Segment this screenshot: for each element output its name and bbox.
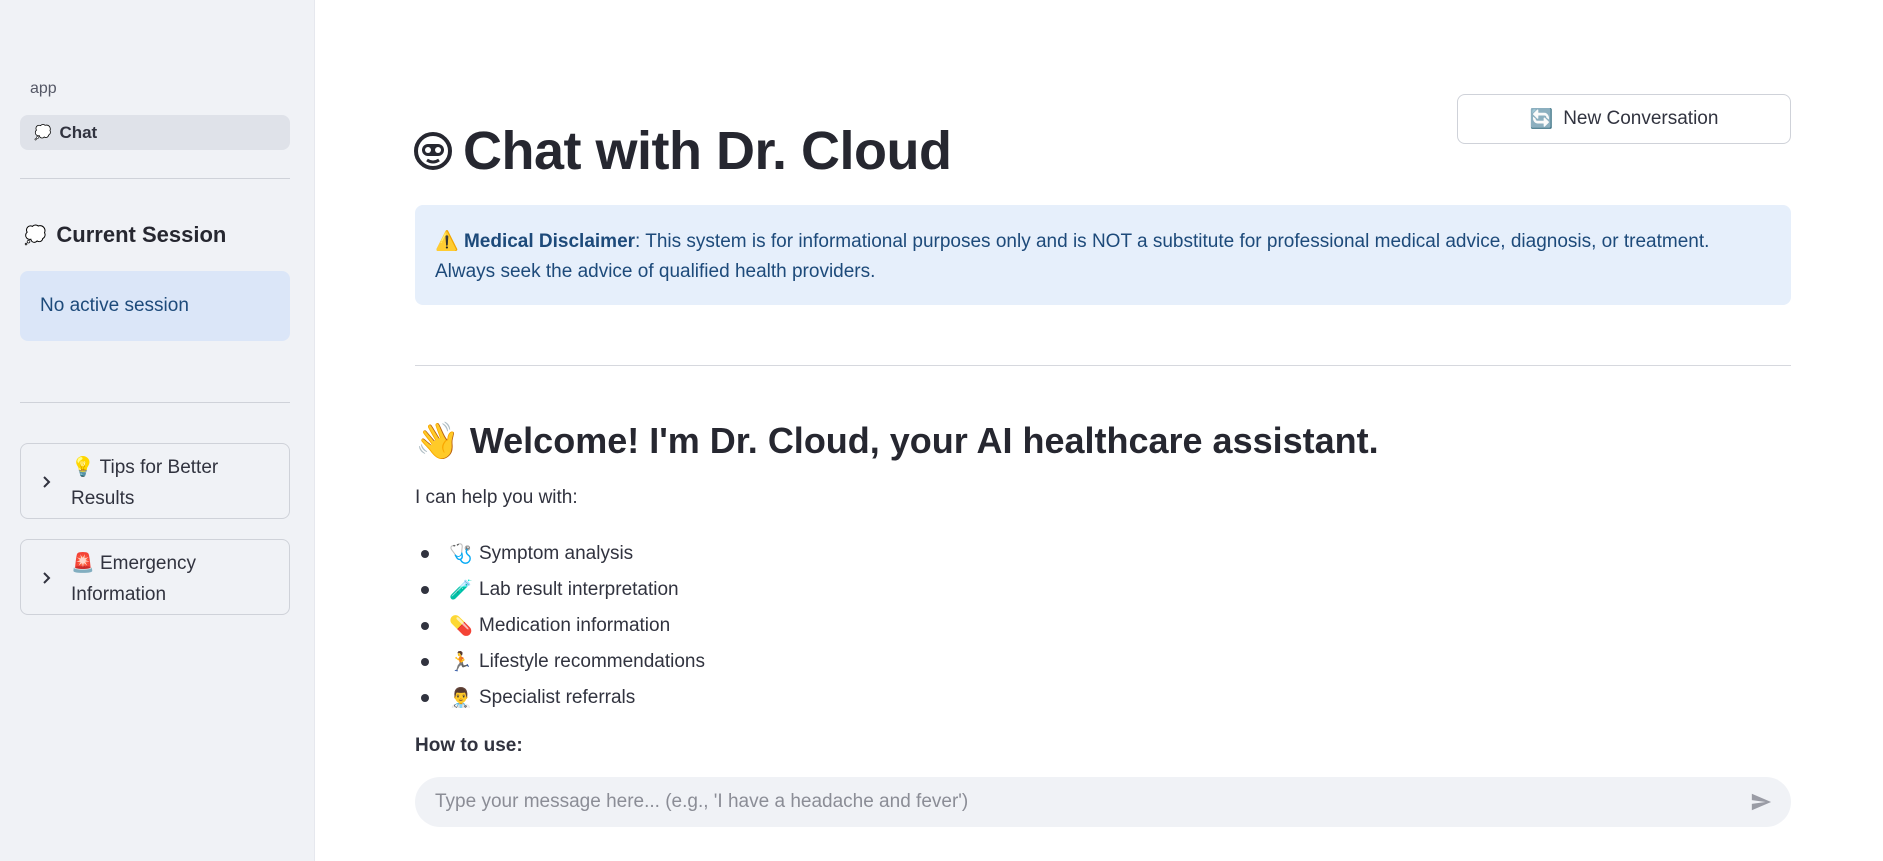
disclaimer-bold: Medical Disclaimer — [463, 231, 636, 252]
chevron-right-icon — [21, 452, 71, 512]
main-content: 🔄 New Conversation Chat with Dr. Cloud ⚠… — [315, 0, 1883, 861]
send-button[interactable] — [1745, 786, 1777, 818]
sidebar: app 💭 Chat 💭 Current Session No active s… — [0, 0, 315, 861]
refresh-icon: 🔄 — [1529, 109, 1554, 130]
sidebar-item-label: Chat — [59, 122, 98, 142]
warning-icon: ⚠️ — [435, 231, 459, 252]
page-title-text: Chat with Dr. Cloud — [463, 121, 952, 181]
runner-icon: 🏃 — [449, 652, 473, 673]
welcome-heading: 👋 Welcome! I'm Dr. Cloud, your AI health… — [415, 420, 1379, 461]
sidebar-divider — [20, 402, 290, 403]
waving-hand-icon: 👋 — [415, 420, 460, 461]
pill-icon: 💊 — [449, 616, 473, 637]
siren-icon: 🚨 — [71, 553, 95, 574]
main-divider — [415, 365, 1791, 366]
tips-expander[interactable]: 💡 Tips for Better Results — [20, 443, 290, 519]
current-session-heading: 💭 Current Session — [24, 222, 227, 247]
light-bulb-icon: 💡 — [71, 457, 95, 478]
send-icon — [1751, 793, 1772, 811]
session-status-box: No active session — [20, 271, 290, 341]
emergency-expander[interactable]: 🚨 Emergency Information — [20, 539, 290, 615]
new-conversation-button[interactable]: 🔄 New Conversation — [1457, 94, 1791, 144]
feature-list: 🩺 Symptom analysis 🧪 Lab result interpreta… — [415, 536, 705, 716]
welcome-intro: I can help you with: — [415, 487, 578, 508]
tips-expander-label: 💡 Tips for Better Results — [71, 457, 219, 509]
medical-disclaimer: ⚠️ Medical Disclaimer: This system is fo… — [415, 205, 1791, 305]
chat-message-input[interactable] — [435, 791, 1745, 813]
sidebar-item-chat[interactable]: 💭 Chat — [20, 115, 290, 150]
list-item: 🩺 Symptom analysis — [415, 536, 705, 572]
nav-section-label: app — [30, 80, 57, 97]
chat-input-bar — [415, 777, 1791, 827]
thought-bubble-icon: 💭 — [34, 124, 52, 140]
doctor-icon: 👨‍⚕️ — [449, 688, 473, 709]
emergency-expander-label: 🚨 Emergency Information — [71, 553, 197, 605]
robot-face-icon — [414, 132, 452, 170]
sidebar-divider — [20, 178, 290, 179]
page-title: Chat with Dr. Cloud — [413, 120, 952, 182]
test-tube-icon: 🧪 — [449, 580, 473, 601]
how-to-use-label: How to use: — [415, 735, 523, 756]
stethoscope-icon: 🩺 — [449, 544, 473, 565]
thought-bubble-icon: 💭 — [24, 224, 47, 245]
session-status-text: No active session — [40, 295, 189, 316]
list-item: 💊 Medication information — [415, 608, 705, 644]
list-item: 🧪 Lab result interpretation — [415, 572, 705, 608]
chevron-right-icon — [21, 548, 71, 608]
list-item: 🏃 Lifestyle recommendations — [415, 644, 705, 680]
list-item: 👨‍⚕️ Specialist referrals — [415, 680, 705, 716]
